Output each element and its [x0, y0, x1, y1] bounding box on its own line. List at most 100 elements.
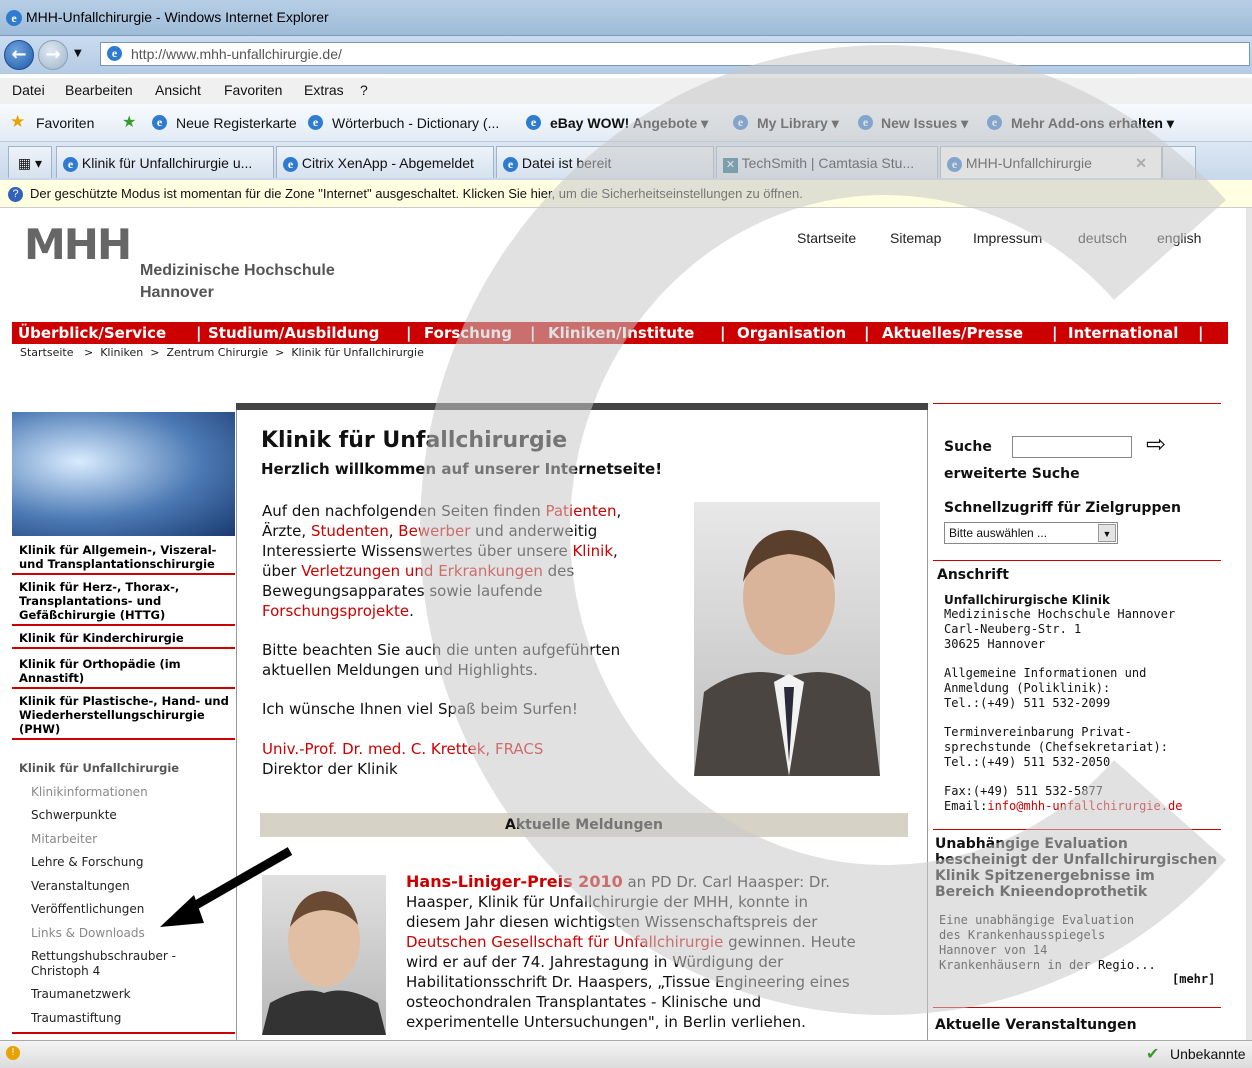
- nav-forschung[interactable]: Forschung: [424, 322, 512, 344]
- favorites-bar: ★ Favoriten ★ e Neue Registerkarte e Wör…: [0, 104, 1252, 142]
- fav-woerterbuch[interactable]: Wörterbuch - Dictionary (...: [332, 115, 499, 131]
- new-tab-button[interactable]: [1162, 146, 1196, 178]
- nav-kliniken[interactable]: Kliniken/Institute: [548, 322, 694, 344]
- breadcrumb[interactable]: Startseite > Kliniken > Zentrum Chirurgi…: [20, 346, 424, 359]
- director-portrait-image: [694, 502, 880, 776]
- sidebar-divider: [933, 829, 1221, 830]
- tab-bar: ▦ ▾ e Klinik für Unfallchirurgie u... e …: [0, 142, 1252, 180]
- tab-datei[interactable]: e Datei ist bereit: [496, 146, 714, 178]
- vertical-scrollbar[interactable]: [1246, 208, 1252, 1040]
- tab-mhh-active[interactable]: e MHH-Unfallchirurgie ✕: [940, 146, 1162, 178]
- tab-page-icon: e: [503, 157, 518, 172]
- advanced-search-link[interactable]: erweiterte Suche: [944, 466, 1080, 482]
- link-english[interactable]: english: [1157, 230, 1201, 246]
- subnav-klinikinfo[interactable]: Klinikinformationen: [31, 785, 148, 799]
- fav-ebay[interactable]: eBay WOW! Angebote ▾: [550, 115, 708, 132]
- target-group-select[interactable]: Bitte auswählen ... ▼: [944, 522, 1118, 544]
- address-name: Unfallchirurgische Klinik: [944, 593, 1110, 607]
- leftnav-orthopaedie[interactable]: Klinik für Orthopädie (im Annastift): [12, 654, 235, 689]
- subnav-traumastiftung[interactable]: Traumastiftung: [31, 1011, 121, 1025]
- fav-new-issues[interactable]: New Issues ▾: [881, 115, 968, 132]
- main-navigation: Überblick/Service | Studium/Ausbildung |…: [12, 322, 1228, 344]
- tab-citrix[interactable]: e Citrix XenApp - Abgemeldet: [276, 146, 494, 178]
- link-deutsch[interactable]: deutsch: [1078, 230, 1127, 246]
- link-verletzungen[interactable]: Verletzungen und Erkrankungen: [301, 562, 543, 580]
- search-input[interactable]: [1012, 436, 1132, 458]
- fav-my-library[interactable]: My Library ▾: [757, 115, 839, 132]
- leftnav-unfall-active[interactable]: Klinik für Unfallchirurgie: [12, 758, 235, 777]
- link-klinik[interactable]: Klinik: [572, 542, 613, 560]
- link-startseite[interactable]: Startseite: [797, 230, 856, 246]
- subnav-lehre[interactable]: Lehre & Forschung: [31, 855, 144, 869]
- link-forschungsprojekte[interactable]: Forschungsprojekte: [262, 602, 409, 620]
- window-titlebar: e MHH-Unfallchirurgie - Windows Internet…: [0, 0, 1252, 36]
- subnav-traumanetzwerk[interactable]: Traumanetzwerk: [31, 987, 131, 1001]
- menu-datei[interactable]: Datei: [12, 82, 45, 98]
- menu-help[interactable]: ?: [360, 82, 368, 98]
- link-studenten[interactable]: Studenten: [311, 522, 389, 540]
- tab-label: Datei ist bereit: [521, 155, 612, 171]
- nav-aktuelles[interactable]: Aktuelles/Presse: [882, 322, 1023, 344]
- subnav-rettungshubschrauber[interactable]: Rettungshubschrauber - Christoph 4: [31, 949, 221, 979]
- nav-international[interactable]: International: [1068, 322, 1178, 344]
- content-left-border: [236, 410, 237, 1040]
- fav-neue-registerkarte[interactable]: Neue Registerkarte: [176, 115, 297, 131]
- forward-button-icon[interactable]: →: [38, 40, 68, 70]
- dropdown-arrow-icon[interactable]: ▼: [1098, 524, 1116, 542]
- mhh-logo[interactable]: MHH: [24, 220, 132, 269]
- close-tab-icon[interactable]: ✕: [1135, 155, 1147, 172]
- nav-studium[interactable]: Studium/Ausbildung: [208, 322, 379, 344]
- leftnav-kinder[interactable]: Klinik für Kinderchirurgie: [12, 628, 235, 649]
- fav-page-icon: e: [526, 115, 541, 130]
- subnav-schwerpunkte[interactable]: Schwerpunkte: [31, 808, 117, 822]
- intro-paragraph: Auf den nachfolgenden Seiten finden Pati…: [262, 502, 622, 620]
- leftnav-plastische[interactable]: Klinik für Plastische-, Hand- und Wieder…: [12, 691, 235, 740]
- history-dropdown-icon[interactable]: ▼: [74, 48, 82, 59]
- favorites-button[interactable]: Favoriten: [36, 115, 94, 131]
- subnav-links-downloads[interactable]: Links & Downloads: [31, 926, 145, 940]
- address-bar-input[interactable]: e http://www.mhh-unfallchirurgie.de/: [100, 42, 1250, 66]
- menu-favoriten[interactable]: Favoriten: [224, 82, 282, 98]
- email-link[interactable]: info@mhh-unfallchirurgie.de: [987, 799, 1182, 813]
- menu-bearbeiten[interactable]: Bearbeiten: [65, 82, 133, 98]
- tab-klinik[interactable]: e Klinik für Unfallchirurgie u...: [56, 146, 274, 178]
- leftnav-herz[interactable]: Klinik für Herz-, Thorax-, Transplantati…: [12, 577, 235, 626]
- security-zone-label[interactable]: Unbekannte: [1170, 1046, 1246, 1062]
- tab-techsmith[interactable]: ✕ TechSmith | Camtasia Stu...: [716, 146, 938, 178]
- add-favorite-icon[interactable]: ★: [122, 112, 136, 132]
- menu-extras[interactable]: Extras: [304, 82, 344, 98]
- evaluation-heading[interactable]: Unabhängige Evaluation bescheinigt der U…: [935, 836, 1217, 900]
- nav-organisation[interactable]: Organisation: [737, 322, 846, 344]
- page-icon: e: [107, 46, 122, 61]
- notice-paragraph: Bitte beachten Sie auch die unten aufgef…: [262, 641, 621, 679]
- subnav-veranstaltungen[interactable]: Veranstaltungen: [31, 879, 130, 893]
- nav-ueberblick[interactable]: Überblick/Service: [18, 322, 166, 344]
- search-label: Suche: [944, 439, 992, 455]
- greeting-text: Ich wünsche Ihnen viel Spaß beim Surfen!: [262, 700, 578, 718]
- more-link[interactable]: [mehr]: [1172, 972, 1215, 986]
- news-title-link[interactable]: Hans-Liniger-Preis 2010: [406, 872, 623, 891]
- leftnav-divider: [12, 1032, 235, 1034]
- news-header: Aktuelle Meldungen: [260, 813, 908, 837]
- news-item: Hans-Liniger-Preis 2010 an PD Dr. Carl H…: [406, 872, 856, 1031]
- info-bar[interactable]: ? Der geschützte Modus ist momentan für …: [0, 180, 1252, 208]
- quick-tabs-icon[interactable]: ▦ ▾: [8, 146, 52, 178]
- tab-label: MHH-Unfallchirurgie: [965, 155, 1092, 171]
- fav-page-icon: e: [858, 115, 873, 130]
- menu-ansicht[interactable]: Ansicht: [155, 82, 201, 98]
- back-button-icon[interactable]: ←: [4, 40, 34, 70]
- director-role: Direktor der Klinik: [262, 760, 398, 778]
- tab-label: Citrix XenApp - Abgemeldet: [301, 155, 474, 171]
- link-impressum[interactable]: Impressum: [973, 230, 1042, 246]
- subnav-mitarbeiter[interactable]: Mitarbeiter: [31, 832, 97, 846]
- link-patienten[interactable]: Patienten: [545, 502, 616, 520]
- search-go-arrow-icon[interactable]: ⇨: [1146, 430, 1166, 458]
- leftnav-allgemein[interactable]: Klinik für Allgemein-, Viszeral- und Tra…: [12, 540, 235, 575]
- status-shield-icon: !: [6, 1046, 20, 1060]
- link-bewerber[interactable]: Bewerber: [398, 522, 470, 540]
- director-name-link[interactable]: Univ.-Prof. Dr. med. C. Krettek, FRACS: [262, 739, 543, 759]
- link-sitemap[interactable]: Sitemap: [890, 230, 941, 246]
- subnav-veroeffentlichungen[interactable]: Veröffentlichungen: [31, 902, 144, 916]
- link-dgu[interactable]: Deutschen Gesellschaft für Unfallchirurg…: [406, 933, 723, 951]
- fav-addons[interactable]: Mehr Add-ons erhalten ▾: [1011, 115, 1174, 132]
